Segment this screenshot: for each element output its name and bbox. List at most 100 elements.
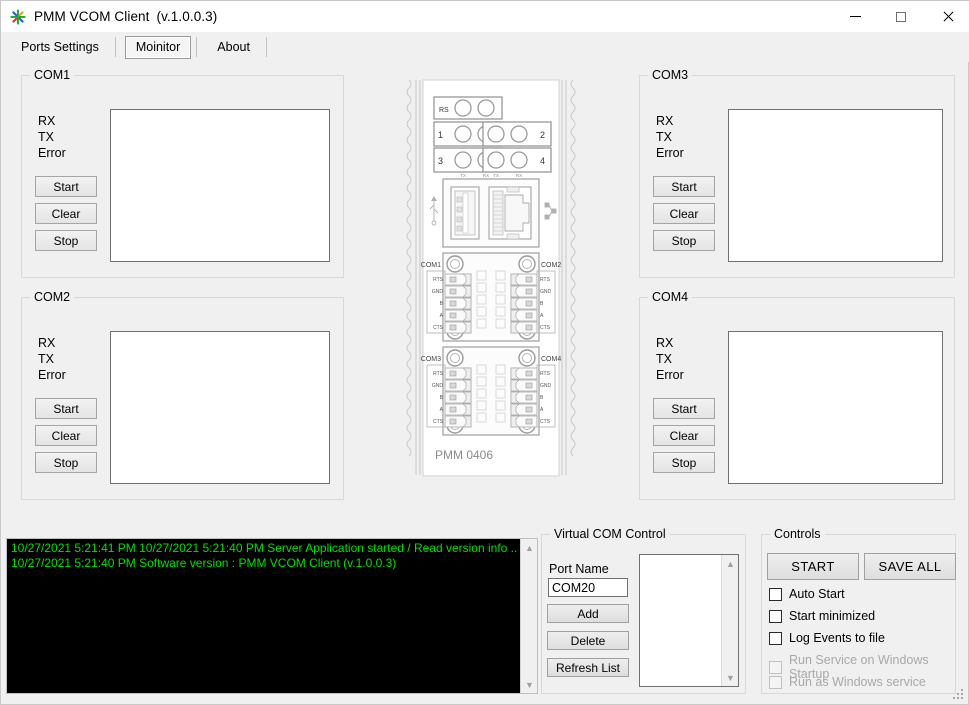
tab-divider: [265, 37, 267, 57]
port-name-label: Port Name: [549, 562, 609, 576]
virtual-com-scrollbar[interactable]: ▲ ▼: [721, 555, 738, 686]
com3-tx-label: TX: [656, 130, 672, 144]
scroll-up-icon[interactable]: ▲: [521, 539, 538, 556]
com2-stop-button[interactable]: Stop: [35, 452, 97, 473]
event-log-output[interactable]: 10/27/2021 5:21:41 PM 10/27/2021 5:21:40…: [7, 539, 520, 693]
com1-clear-button[interactable]: Clear: [35, 203, 97, 224]
run-as-windows-service-label: Run as Windows service: [789, 675, 926, 689]
auto-start-checkbox[interactable]: [769, 587, 782, 601]
tab-divider: [196, 37, 198, 57]
com1-start-button[interactable]: Start: [35, 176, 97, 197]
svg-text:4: 4: [540, 156, 545, 166]
log-line: 10/27/2021 5:21:41 PM 10/27/2021 5:21:40…: [11, 541, 518, 555]
com2-start-button[interactable]: Start: [35, 398, 97, 419]
device-model-label: PMM 0406: [435, 448, 493, 462]
save-all-button[interactable]: SAVE ALL: [864, 553, 956, 580]
tab-about[interactable]: About: [206, 36, 261, 59]
close-button[interactable]: [924, 1, 969, 32]
com2-title: COM2: [30, 290, 75, 304]
scroll-down-icon[interactable]: ▼: [722, 669, 739, 686]
com1-panel: COM1 RX TX Error Start Clear Stop: [21, 68, 344, 278]
run-as-windows-service-checkbox-row: Run as Windows service: [769, 675, 926, 689]
com3-panel: COM3 RX TX Error Start Clear Stop: [639, 68, 955, 278]
tab-ports-settings[interactable]: Ports Settings: [10, 36, 110, 59]
start-minimized-checkbox[interactable]: [769, 609, 782, 623]
com1-error-label: Error: [38, 146, 66, 160]
close-icon: [942, 11, 953, 22]
window-controls: [832, 1, 969, 32]
run-service-on-windows-startup-checkbox: [769, 660, 782, 674]
delete-port-button[interactable]: Delete: [547, 631, 629, 650]
maximize-icon: [896, 11, 906, 22]
tab-divider: [114, 37, 116, 57]
svg-text:RTS: RTS: [540, 277, 551, 283]
device-diagram: RS 1 2 3 4 TX RX TX RX COM1 COM2 RTS GND…: [401, 75, 581, 485]
port-name-input[interactable]: [548, 578, 628, 597]
com4-clear-button[interactable]: Clear: [653, 425, 715, 446]
com4-stop-button[interactable]: Stop: [653, 452, 715, 473]
com4-start-button[interactable]: Start: [653, 398, 715, 419]
com1-stop-button[interactable]: Stop: [35, 230, 97, 251]
svg-text:COM2: COM2: [541, 262, 561, 269]
com3-start-button[interactable]: Start: [653, 176, 715, 197]
com4-display[interactable]: [728, 331, 943, 484]
svg-text:RX: RX: [516, 173, 522, 178]
scroll-up-icon[interactable]: ▲: [722, 555, 739, 572]
log-events-to-file-checkbox[interactable]: [769, 631, 782, 645]
com2-clear-button[interactable]: Clear: [35, 425, 97, 446]
com1-tx-label: TX: [38, 130, 54, 144]
add-port-button[interactable]: Add: [547, 604, 629, 623]
resize-grip-icon[interactable]: [953, 689, 965, 701]
svg-text:RTS: RTS: [433, 277, 444, 283]
start-minimized-checkbox-row[interactable]: Start minimized: [769, 609, 875, 623]
com3-title: COM3: [648, 68, 693, 82]
com4-panel: COM4 RX TX Error Start Clear Stop: [639, 290, 955, 500]
svg-text:CTS: CTS: [540, 325, 551, 331]
tab-bar: Ports Settings Moinitor About: [1, 32, 969, 62]
svg-text:GND: GND: [540, 383, 552, 389]
com4-title: COM4: [648, 290, 693, 304]
com2-display[interactable]: [110, 331, 330, 484]
run-as-windows-service-checkbox: [769, 675, 782, 689]
com3-stop-button[interactable]: Stop: [653, 230, 715, 251]
refresh-list-button[interactable]: Refresh List: [547, 658, 629, 677]
svg-text:3: 3: [438, 156, 443, 166]
virtual-com-listbox[interactable]: ▲ ▼: [639, 554, 739, 687]
start-minimized-label: Start minimized: [789, 609, 876, 623]
minimize-icon: [849, 16, 861, 17]
com2-panel: COM2 RX TX Error Start Clear Stop: [21, 290, 344, 500]
com3-rx-label: RX: [656, 114, 674, 128]
svg-text:TX: TX: [493, 173, 499, 178]
log-events-checkbox-row[interactable]: Log Events to file: [769, 631, 885, 645]
com2-error-label: Error: [38, 368, 66, 382]
svg-text:2: 2: [540, 130, 545, 140]
event-log-panel: 10/27/2021 5:21:41 PM 10/27/2021 5:21:40…: [6, 538, 538, 694]
svg-text:GND: GND: [432, 383, 444, 389]
com3-error-label: Error: [656, 146, 684, 160]
com2-rx-label: RX: [38, 336, 56, 350]
svg-text:RX: RX: [483, 173, 489, 178]
controls-title: Controls: [770, 527, 825, 541]
window-version: (v.1.0.0.3): [156, 9, 218, 24]
svg-text:COM4: COM4: [541, 356, 561, 363]
svg-text:TX: TX: [460, 173, 466, 178]
com3-clear-button[interactable]: Clear: [653, 203, 715, 224]
minimize-button[interactable]: [832, 1, 878, 32]
maximize-button[interactable]: [878, 1, 924, 32]
tab-monitor[interactable]: Moinitor: [124, 35, 192, 59]
com3-display[interactable]: [728, 109, 943, 262]
com1-display[interactable]: [110, 109, 330, 262]
application-window: PMM VCOM Client (v.1.0.0.3) Ports Settin…: [0, 0, 969, 705]
log-events-to-file-label: Log Events to file: [789, 631, 885, 645]
start-button[interactable]: START: [767, 553, 859, 580]
svg-text:RS: RS: [439, 107, 449, 114]
svg-text:CTS: CTS: [433, 325, 444, 331]
virtual-com-title: Virtual COM Control: [550, 527, 670, 541]
com4-rx-label: RX: [656, 336, 674, 350]
svg-text:1: 1: [438, 130, 443, 140]
event-log-scrollbar[interactable]: ▲ ▼: [520, 539, 537, 693]
auto-start-checkbox-row[interactable]: Auto Start: [769, 587, 845, 601]
scroll-down-icon[interactable]: ▼: [521, 676, 538, 693]
virtual-com-list-items[interactable]: [640, 555, 721, 686]
com2-tx-label: TX: [38, 352, 54, 366]
